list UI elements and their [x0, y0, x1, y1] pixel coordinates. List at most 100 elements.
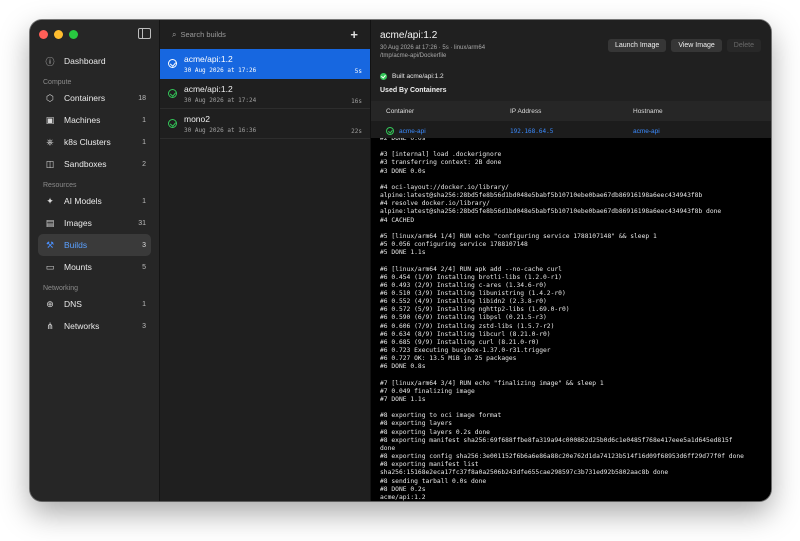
log-line: #4 oci-layout://docker.io/library/ — [380, 183, 509, 191]
log-line: #6 0.590 (6/9) Installing libpsl (0.21.5… — [380, 314, 547, 322]
sidebar-item-images[interactable]: ▤ Images 31 — [38, 212, 151, 234]
sidebar-item-label: k8s Clusters — [64, 137, 111, 147]
sidebar-item-label: Mounts — [64, 262, 92, 272]
log-line: #8 exporting to oci image format — [380, 412, 502, 420]
network-icon: ⋔ — [46, 320, 54, 331]
list-item[interactable]: mono2 30 Aug 2026 at 16:36 22s — [160, 109, 370, 139]
sidebar-item-sandboxes[interactable]: ◫ Sandboxes 2 — [38, 153, 151, 175]
search-icon: ⌕ — [172, 29, 177, 39]
log-line: #6 0.723 Executing busybox-1.37.0-r31.tr… — [380, 347, 551, 355]
build-duration: 16s — [351, 98, 362, 105]
build-log[interactable]: #2 DONE 0.0s #3 [internal] load .dockeri… — [371, 138, 771, 501]
container-name[interactable]: acme-api — [399, 128, 426, 135]
sidebar-item-mounts[interactable]: ▭ Mounts 5 — [38, 256, 151, 278]
sidebar-item-count: 3 — [142, 241, 146, 249]
sidebar-item-builds[interactable]: ⚒ Builds 3 — [38, 234, 151, 256]
log-line: #6 0.493 (2/9) Installing c-ares (1.34.6… — [380, 281, 547, 289]
add-build-button[interactable]: + — [350, 27, 358, 42]
log-line: #6 [linux/arm64 2/4] RUN apk add --no-ca… — [380, 265, 562, 273]
sidebar-item-containers[interactable]: ⬡ Containers 18 — [38, 87, 151, 109]
ip-address-cell[interactable]: 192.168.64.5 — [510, 128, 633, 135]
close-window-button[interactable] — [39, 30, 48, 39]
build-date: 30 Aug 2026 at 17:26 — [184, 67, 257, 74]
log-line: #6 0.572 (5/9) Installing nghttp2-libs (… — [380, 306, 570, 314]
hostname-cell[interactable]: acme-api — [633, 128, 771, 135]
column-header-container: Container — [386, 107, 415, 115]
build-date: 30 Aug 2026 at 16:36 — [184, 127, 257, 134]
sidebar: ⓘ Dashboard Compute ⬡ Containers 18 ▣ Machines 1… — [30, 20, 160, 501]
log-line: #8 exporting manifest list — [380, 461, 479, 469]
log-line: #3 [internal] load .dockerignore — [380, 151, 502, 159]
sidebar-toggle-icon[interactable] — [138, 28, 151, 39]
log-line: #5 [linux/arm64 1/4] RUN echo "configuri… — [380, 232, 657, 240]
success-check-icon — [168, 119, 177, 128]
helm-icon: ⎈ — [46, 136, 54, 147]
log-line: #7 [linux/arm64 3/4] RUN echo "finalizin… — [380, 379, 604, 387]
sidebar-section-heading: Resources — [43, 182, 77, 189]
sidebar-item-count: 1 — [142, 197, 146, 205]
build-list-pane: ⌕ Search builds + acme/api:1.2 30 Aug 202… — [160, 20, 371, 501]
log-line: alpine:latest@sha256:28bd5fe8b56d1bd048e… — [380, 192, 703, 200]
log-line: #6 0.454 (1/9) Installing brotli-libs (1… — [380, 273, 562, 281]
log-line: #6 DONE 0.8s — [380, 363, 426, 371]
table-header-row: Container IP Address Hostname — [371, 101, 771, 121]
log-line: #5 DONE 1.1s — [380, 249, 426, 257]
sidebar-item-count: 31 — [138, 219, 146, 227]
sidebar-item-machines[interactable]: ▣ Machines 1 — [38, 109, 151, 131]
log-line: #8 exporting manifest sha256:69f688ffbe8… — [380, 436, 733, 444]
log-line: #6 0.510 (3/9) Installing libunistring (… — [380, 289, 566, 297]
minimize-window-button[interactable] — [54, 30, 63, 39]
hammer-icon: ⚒ — [45, 239, 55, 250]
build-log-content: #2 DONE 0.0s #3 [internal] load .dockeri… — [380, 138, 771, 501]
sidebar-item-dashboard[interactable]: ⓘ Dashboard — [38, 50, 151, 72]
window-controls — [39, 30, 78, 39]
sidebar-item-count: 18 — [138, 94, 146, 102]
sidebar-item-networks[interactable]: ⋔ Networks 3 — [38, 315, 151, 337]
container-cell[interactable]: acme-api — [386, 127, 510, 135]
success-check-icon — [168, 89, 177, 98]
log-line: #8 DONE 0.2s — [380, 485, 426, 493]
sidebar-item-label: Images — [64, 218, 92, 228]
delete-button[interactable]: Delete — [726, 39, 761, 52]
cube-icon: ⬡ — [46, 92, 54, 103]
build-date: 30 Aug 2026 at 17:24 — [184, 97, 257, 104]
log-line: #6 0.552 (4/9) Installing libidn2 (2.3.8… — [380, 298, 547, 306]
log-line: #8 exporting layers 0.2s done — [380, 428, 490, 436]
sidebar-item-k8s-clusters[interactable]: ⎈ k8s Clusters 1 — [38, 131, 151, 153]
log-line: #7 DONE 1.1s — [380, 396, 426, 403]
view-image-button[interactable]: View Image — [671, 39, 722, 52]
list-item[interactable]: acme/api:1.2 30 Aug 2026 at 17:24 16s — [160, 79, 370, 109]
log-line: done — [380, 444, 396, 452]
list-item[interactable]: acme/api:1.2 30 Aug 2026 at 17:26 5s — [160, 49, 370, 79]
search-bar[interactable]: ⌕ Search builds + — [160, 20, 370, 49]
log-line: acme/api:1.2 — [380, 493, 426, 501]
log-line: #3 DONE 0.0s — [380, 167, 426, 175]
launch-image-button[interactable]: Launch Image — [607, 39, 667, 52]
build-list: acme/api:1.2 30 Aug 2026 at 17:26 5s acme/a… — [160, 49, 370, 139]
build-name: acme/api:1.2 — [184, 84, 233, 94]
sidebar-item-label: AI Models — [64, 196, 102, 206]
app-window: ⓘ Dashboard Compute ⬡ Containers 18 ▣ Machines 1… — [30, 20, 771, 501]
sidebar-item-ai-models[interactable]: ✦ AI Models 1 — [38, 190, 151, 212]
sidebar-item-count: 1 — [142, 116, 146, 124]
info-circle-icon: ⓘ — [45, 56, 55, 67]
sidebar-item-label: Machines — [64, 115, 101, 125]
detail-header: acme/api:1.2 30 Aug 2026 at 17:26 · 5s ·… — [371, 20, 771, 141]
sidebar-item-label: Builds — [64, 240, 88, 250]
sidebar-item-dns[interactable]: ⊕ DNS 1 — [38, 293, 151, 315]
sidebar-item-count: 2 — [142, 160, 146, 168]
log-line: #4 CACHED — [380, 216, 415, 224]
build-name: mono2 — [184, 114, 210, 124]
sparkle-icon: ✦ — [46, 195, 54, 206]
sidebar-section-heading: Networking — [43, 285, 79, 292]
box-icon: ◫ — [45, 158, 55, 169]
build-duration: 5s — [354, 68, 362, 75]
drive-icon: ▭ — [45, 261, 55, 272]
sidebar-section-heading: Compute — [43, 79, 72, 86]
zoom-window-button[interactable] — [69, 30, 78, 39]
search-input[interactable]: Search builds — [180, 30, 350, 39]
